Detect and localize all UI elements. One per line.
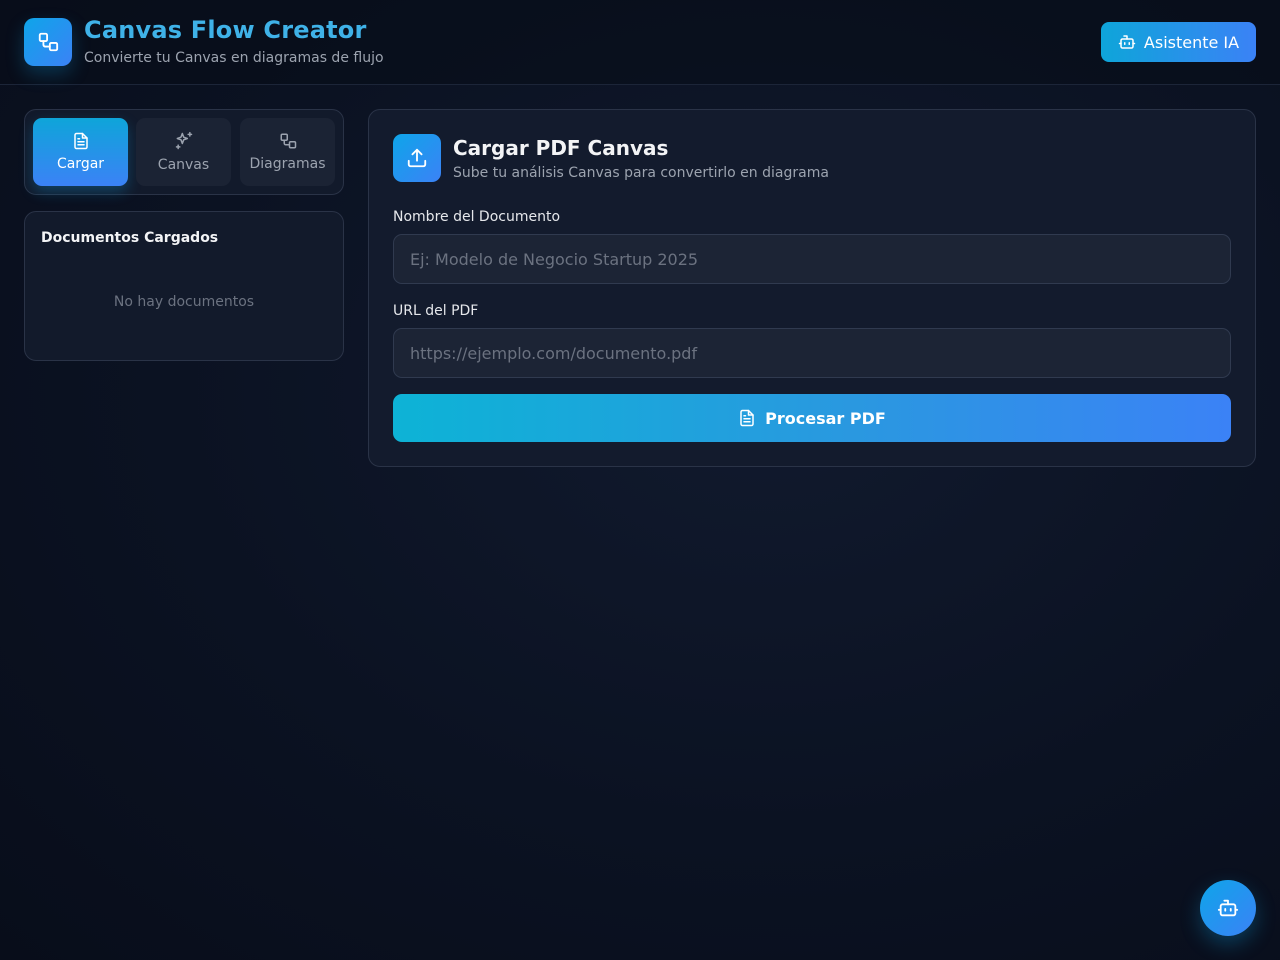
documents-panel: Documentos Cargados No hay documentos xyxy=(24,211,344,361)
sidebar-tabs: Cargar Canvas Diagramas xyxy=(24,109,344,195)
flow-diagram-icon xyxy=(37,31,59,53)
file-text-icon xyxy=(738,409,756,427)
sparkles-icon xyxy=(174,131,194,151)
tab-cargar[interactable]: Cargar xyxy=(33,118,128,186)
tab-label: Canvas xyxy=(157,157,210,173)
bot-icon xyxy=(1118,33,1136,51)
file-text-icon xyxy=(72,132,90,150)
upload-card: Cargar PDF Canvas Sube tu análisis Canva… xyxy=(368,109,1256,467)
documents-empty-state: No hay documentos xyxy=(113,294,255,310)
document-name-label: Nombre del Documento xyxy=(393,209,561,225)
card-title: Cargar PDF Canvas xyxy=(453,136,669,160)
document-name-input[interactable] xyxy=(393,234,1231,284)
tab-diagramas[interactable]: Diagramas xyxy=(240,118,335,186)
flow-diagram-icon xyxy=(279,132,297,150)
pdf-url-input[interactable] xyxy=(393,328,1231,378)
card-subtitle: Sube tu análisis Canvas para convertirlo… xyxy=(453,165,829,181)
documents-title: Documentos Cargados xyxy=(41,230,219,246)
app-subtitle: Convierte tu Canvas en diagramas de fluj… xyxy=(84,50,384,66)
assistant-button-label: Asistente IA xyxy=(1143,32,1240,52)
bot-icon xyxy=(1217,897,1239,919)
pdf-url-label: URL del PDF xyxy=(393,303,479,319)
app-logo xyxy=(24,18,72,66)
tab-canvas[interactable]: Canvas xyxy=(136,118,231,186)
upload-icon xyxy=(406,147,428,169)
upload-icon-box xyxy=(393,134,441,182)
assistant-fab[interactable] xyxy=(1200,880,1256,936)
tab-label: Diagramas xyxy=(249,156,326,172)
assistant-button[interactable]: Asistente IA xyxy=(1101,22,1256,62)
process-pdf-button[interactable]: Procesar PDF xyxy=(393,394,1231,442)
process-pdf-label: Procesar PDF xyxy=(765,408,886,428)
app-title: Canvas Flow Creator xyxy=(84,16,367,44)
app-header: Canvas Flow Creator Convierte tu Canvas … xyxy=(0,0,1280,85)
tab-label: Cargar xyxy=(56,156,105,172)
